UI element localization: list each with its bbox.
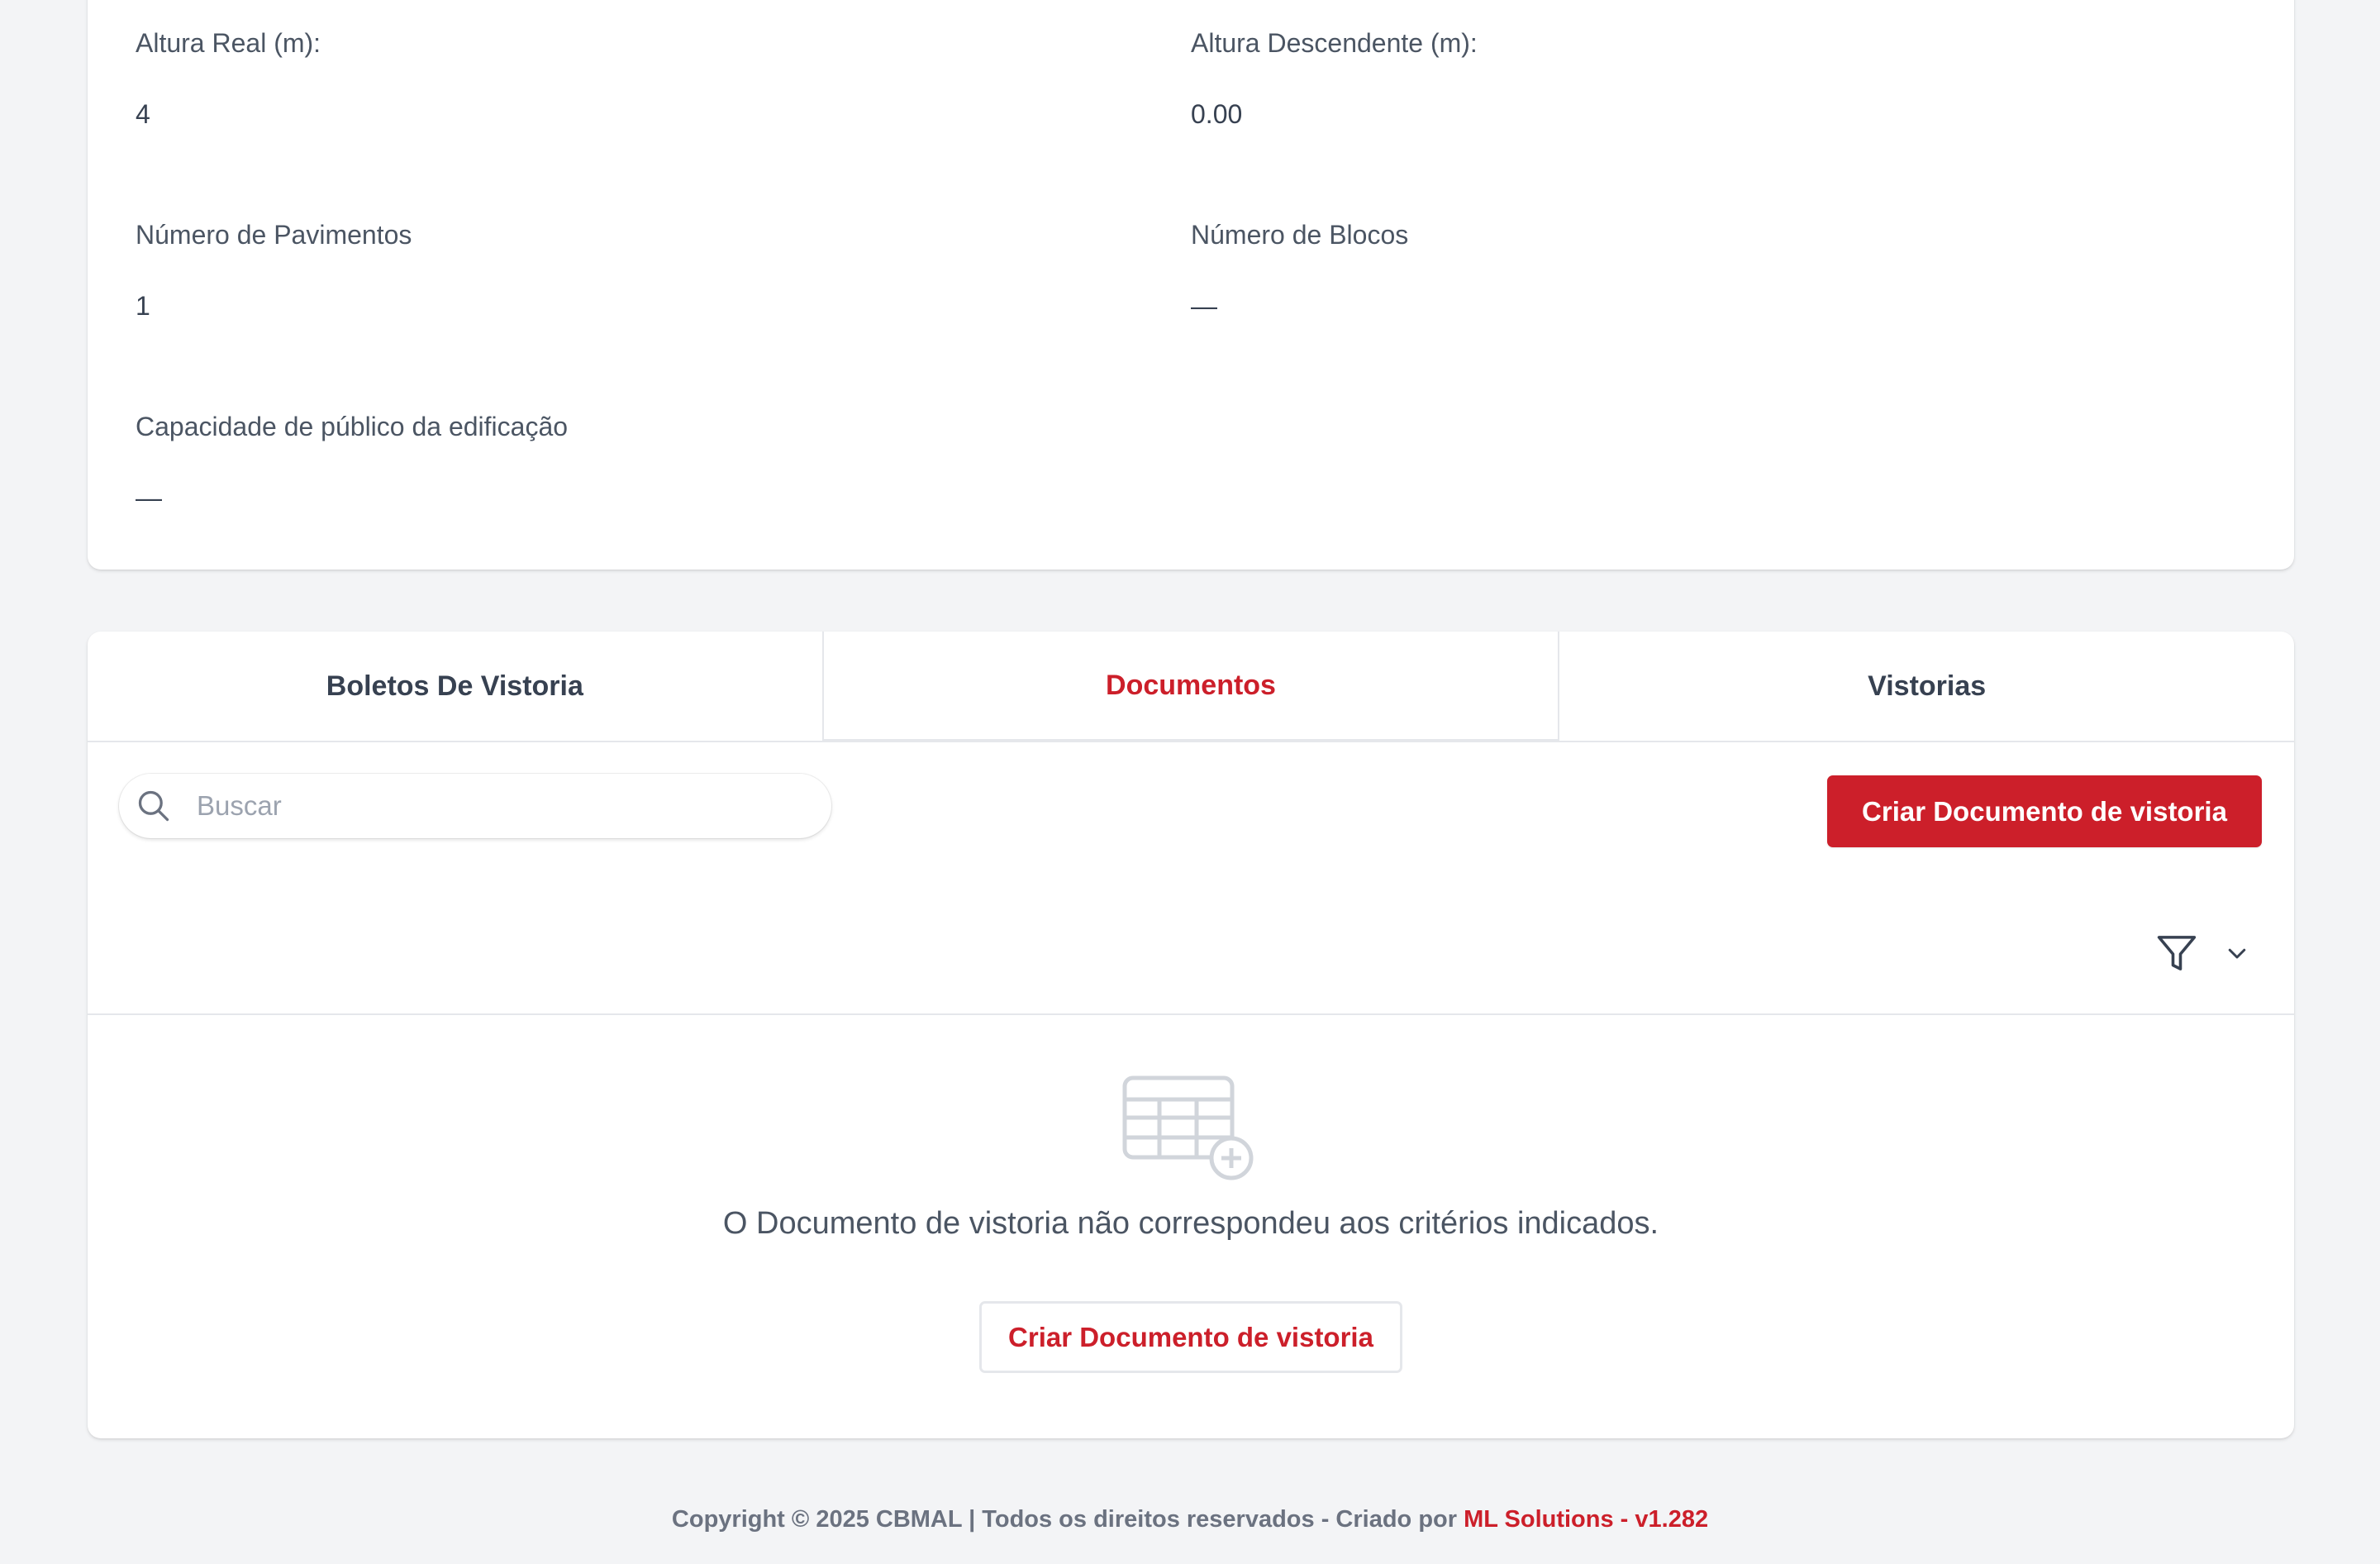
field-value: — [136,483,162,513]
field-value: 0.00 [1191,99,1243,129]
building-details-card: Altura Real (m): 4 Altura Descendente (m… [88,0,2294,570]
empty-create-document-button[interactable]: Criar Documento de vistoria [979,1301,1402,1373]
field-value: 1 [136,291,150,321]
field-altura-descendente: Altura Descendente (m): 0.00 [1191,26,1478,129]
footer-brand-link[interactable]: ML Solutions - v1.282 [1464,1506,1708,1533]
footer-copyright: Copyright © 2025 CBMAL | Todos os direit… [671,1506,1464,1533]
table-plus-icon [1122,1075,1254,1180]
search-icon [138,790,169,822]
create-document-button[interactable]: Criar Documento de vistoria [1827,775,2262,847]
funnel-icon [2157,936,2197,970]
relation-manager-card: Boletos De Vistoria Documentos Vistorias… [88,632,2294,1438]
search-box [119,774,831,838]
field-label: Capacidade de público da edificação [136,412,569,441]
empty-state-message: O Documento de vistoria não correspondeu… [722,1206,1659,1241]
field-value: — [1191,291,1217,321]
field-capacidade-publico: Capacidade de público da edificação — [136,410,569,513]
field-label: Altura Descendente (m): [1191,28,1478,58]
filter-toggle[interactable] [2154,927,2261,977]
field-label: Número de Blocos [1191,220,1409,250]
field-altura-real: Altura Real (m): 4 [136,26,321,129]
tab-vistorias[interactable]: Vistorias [1559,632,2294,741]
field-value: 4 [136,99,150,129]
tab-documentos[interactable]: Documentos [821,632,1560,742]
relation-tabs: Boletos De Vistoria Documentos Vistorias [88,632,2294,742]
chevron-down-icon [2228,948,2246,959]
field-numero-blocos: Número de Blocos — [1191,218,1409,321]
footer: Copyright © 2025 CBMAL | Todos os direit… [0,1503,2380,1536]
search-input[interactable] [197,774,808,838]
field-label: Número de Pavimentos [136,220,412,250]
field-label: Altura Real (m): [136,28,321,58]
field-numero-pavimentos: Número de Pavimentos 1 [136,218,412,321]
empty-state: O Documento de vistoria não correspondeu… [88,1015,2294,1438]
page: Altura Real (m): 4 Altura Descendente (m… [0,0,2380,1564]
tab-boletos-de-vistoria[interactable]: Boletos De Vistoria [88,632,822,741]
